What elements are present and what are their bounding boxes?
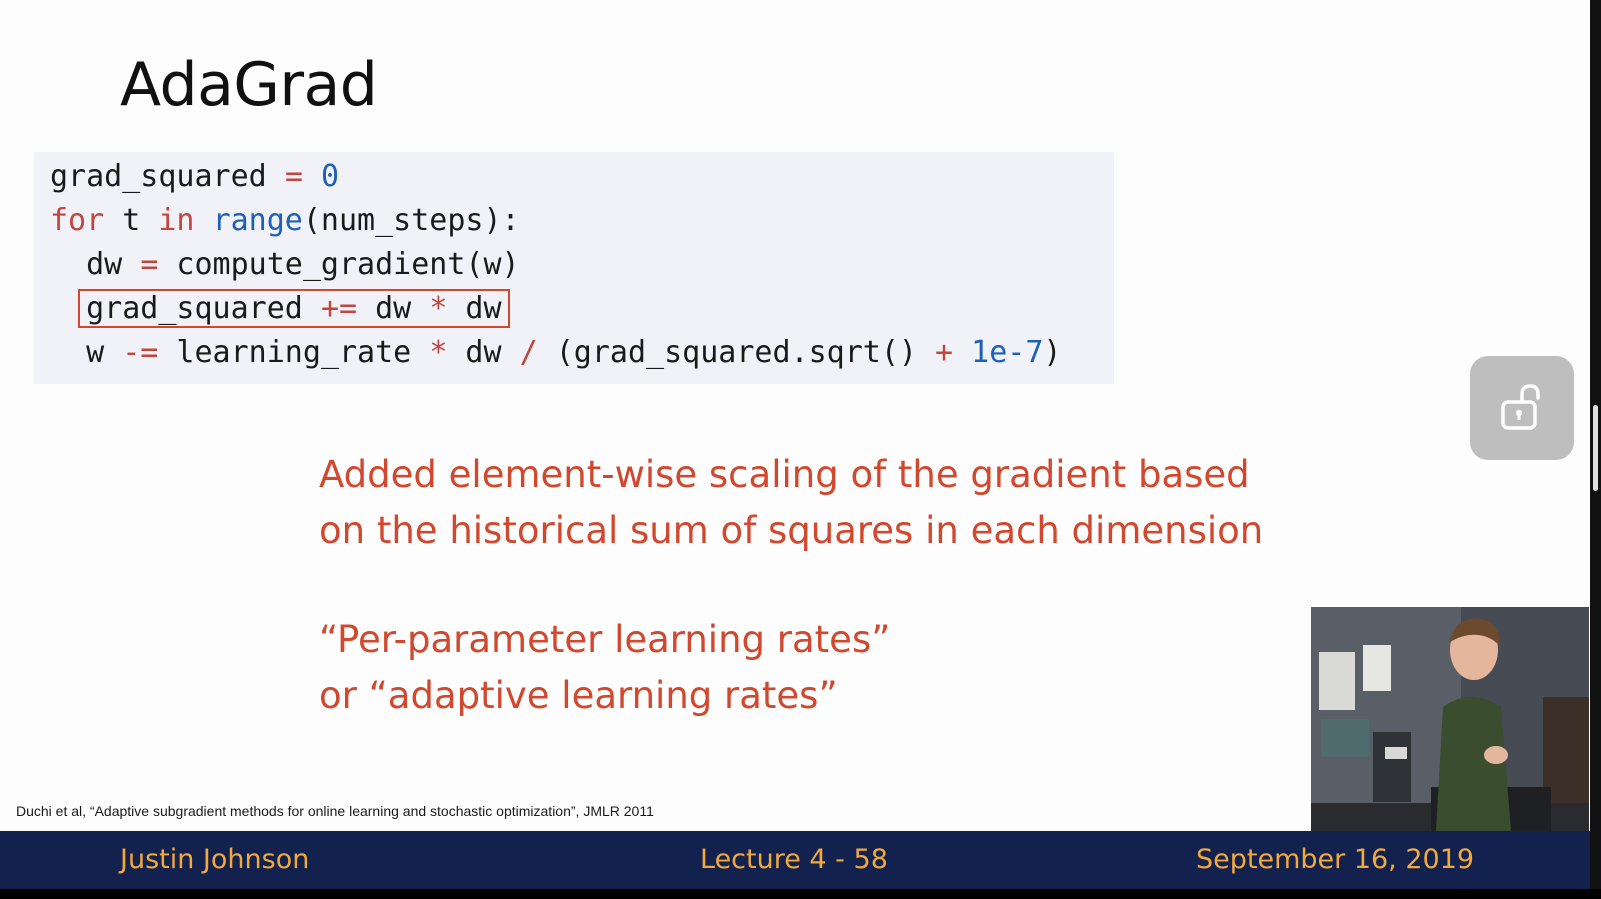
- slide-title: AdaGrad: [120, 50, 378, 120]
- code-operator: -=: [122, 335, 159, 370]
- code-operator: =: [140, 247, 159, 282]
- code-token: dw: [447, 335, 520, 370]
- code-block: grad_squared = 0 for t in range(num_step…: [34, 152, 1114, 384]
- code-token: grad_squared: [86, 291, 321, 326]
- slide-footer: Justin Johnson Lecture 4 - 58 September …: [0, 831, 1590, 889]
- code-operator: +: [935, 335, 954, 370]
- code-line-3: dw = compute_gradient(w): [50, 243, 520, 287]
- code-line-4: grad_squared += dw * dw: [50, 287, 510, 331]
- code-token: learning_rate: [158, 335, 430, 370]
- code-operator: +=: [320, 291, 358, 326]
- code-token: w: [86, 335, 123, 370]
- explanation-line: on the historical sum of squares in each…: [319, 509, 1264, 552]
- screen-lock-button[interactable]: [1470, 356, 1574, 460]
- code-token: (grad_squared.sqrt(): [537, 335, 936, 370]
- code-operator: =: [284, 159, 303, 194]
- scrollbar-thumb[interactable]: [1593, 405, 1598, 491]
- code-operator: *: [429, 335, 448, 370]
- code-line-1: grad_squared = 0: [50, 155, 339, 199]
- code-line-2: for t in range(num_steps):: [50, 199, 520, 243]
- code-line-5: w -= learning_rate * dw / (grad_squared.…: [50, 331, 1061, 375]
- code-token: grad_squared: [50, 159, 285, 194]
- quote-line: “Per-parameter learning rates”: [319, 618, 891, 661]
- code-operator: /: [519, 335, 538, 370]
- code-keyword: in: [158, 203, 195, 238]
- unlock-icon: [1501, 384, 1540, 430]
- code-token: ): [1043, 335, 1062, 370]
- presenter-video-frame: [1311, 607, 1589, 831]
- code-operator: *: [429, 291, 448, 326]
- lecture-slide: AdaGrad grad_squared = 0 for t in range(…: [0, 0, 1601, 899]
- quote-text: “Per-parameter learning rates” or “adapt…: [319, 612, 890, 724]
- footer-lecture: Lecture 4 - 58: [700, 844, 888, 875]
- footer-author: Justin Johnson: [120, 844, 310, 875]
- footer-date: September 16, 2019: [1196, 844, 1475, 875]
- code-builtin: range: [212, 203, 303, 238]
- code-keyword: for: [50, 203, 105, 238]
- highlight-box: grad_squared += dw * dw: [78, 289, 510, 328]
- code-number: 0: [320, 159, 339, 194]
- explanation-text: Added element-wise scaling of the gradie…: [319, 447, 1263, 559]
- code-token: dw: [86, 247, 141, 282]
- explanation-line: Added element-wise scaling of the gradie…: [319, 453, 1250, 496]
- citation: Duchi et al, “Adaptive subgradient metho…: [16, 803, 654, 819]
- code-number: 1e-7: [971, 335, 1044, 370]
- code-token: dw: [357, 291, 430, 326]
- code-token: t: [104, 203, 159, 238]
- code-token: (num_steps):: [302, 203, 520, 238]
- presenter-video: [1311, 607, 1589, 831]
- code-token: dw: [447, 291, 502, 326]
- side-scrollbar[interactable]: [1590, 0, 1601, 899]
- quote-line: or “adaptive learning rates”: [319, 674, 838, 717]
- code-token: compute_gradient(w): [158, 247, 520, 282]
- bottom-letterbox: [0, 889, 1601, 899]
